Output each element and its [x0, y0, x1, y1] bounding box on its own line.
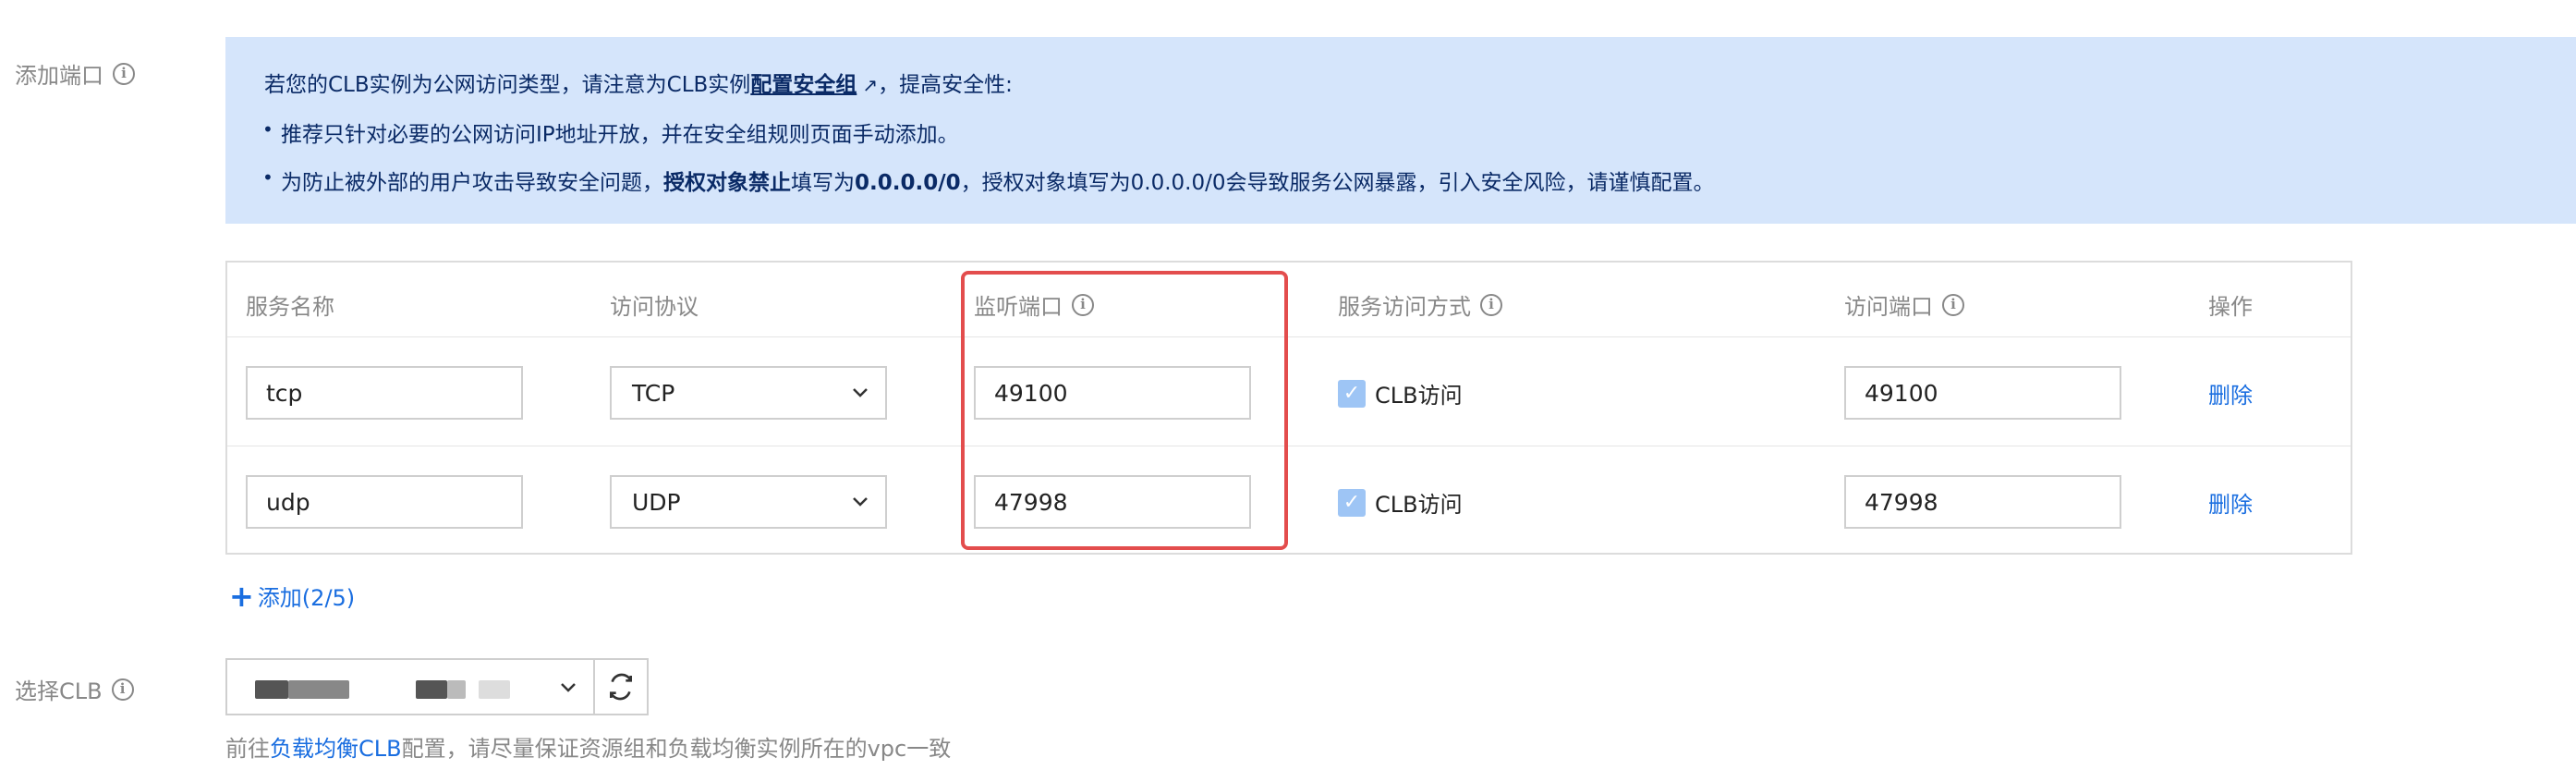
add-port-button-label: 添加(2/5): [257, 585, 356, 611]
notice-text: 填写为: [791, 171, 855, 195]
notice-text: 若您的CLB实例为公网访问类型，请注意为CLB实例: [264, 73, 751, 97]
info-icon[interactable]: i: [113, 62, 135, 85]
notice-text: ，授权对象填写为0.0.0.0/0会导致服务公网暴露，引入安全风险，请谨慎配置。: [960, 171, 1715, 195]
checkbox-label: CLB访问: [1375, 383, 1463, 409]
checkbox-label: CLB访问: [1375, 492, 1463, 518]
security-notice: 若您的CLB实例为公网访问类型，请注意为CLB实例配置安全组 ↗，提高安全性: •…: [225, 37, 2576, 224]
header-access-method-text: 服务访问方式: [1338, 294, 1471, 320]
protocol-value: TCP: [632, 379, 675, 407]
plus-icon: +: [229, 578, 254, 614]
header-service-name: 服务名称: [246, 294, 334, 320]
bullet-icon: •: [262, 166, 273, 189]
access-port-input[interactable]: 49100: [1844, 366, 2121, 420]
protocol-select[interactable]: UDP: [610, 475, 887, 529]
add-port-label-text: 添加端口: [15, 63, 103, 89]
clb-access-checkbox[interactable]: ✓ CLB访问: [1338, 377, 1463, 409]
select-clb-label-text: 选择CLB: [15, 678, 103, 704]
notice-bullet-1: 推荐只针对必要的公网访问IP地址开放，并在安全组规则页面手动添加。: [281, 123, 959, 147]
hint-text: 配置，请尽量保证资源组和负载均衡实例所在的vpc一致: [401, 736, 952, 762]
listen-port-highlight: [961, 271, 1288, 550]
notice-bold: 0.0.0.0/0: [855, 171, 961, 195]
header-access-port: 访问端口 i: [1844, 288, 1964, 321]
configure-security-group-link[interactable]: 配置安全组: [750, 73, 857, 97]
notice-text-suffix: ，提高安全性:: [878, 73, 1013, 97]
checkmark-icon[interactable]: ✓: [1338, 488, 1366, 517]
info-icon[interactable]: i: [1942, 293, 1964, 316]
service-name-input[interactable]: udp: [246, 475, 523, 529]
header-divider: [227, 336, 2351, 337]
notice-bullet-2: 为防止被外部的用户攻击导致安全问题，授权对象禁止填写为0.0.0.0/0，授权对…: [281, 165, 1715, 196]
service-name-input[interactable]: tcp: [246, 366, 523, 420]
redacted-text: [288, 680, 349, 699]
header-protocol: 访问协议: [610, 294, 699, 320]
checkmark-icon[interactable]: ✓: [1338, 379, 1366, 408]
refresh-button[interactable]: [595, 658, 649, 715]
refresh-icon: [610, 673, 632, 701]
delete-button[interactable]: 删除: [2208, 377, 2253, 409]
chevron-down-icon: [853, 388, 868, 397]
access-port-input[interactable]: 47998: [1844, 475, 2121, 529]
protocol-value: UDP: [632, 488, 681, 516]
clb-console-link[interactable]: 负载均衡CLB: [270, 736, 402, 762]
add-port-button[interactable]: + 添加(2/5): [229, 580, 355, 612]
header-access-port-text: 访问端口: [1844, 294, 1933, 320]
notice-text: 为防止被外部的用户攻击导致安全问题，: [281, 171, 663, 195]
header-access-method: 服务访问方式 i: [1338, 288, 1502, 321]
bullet-icon: •: [262, 118, 273, 141]
notice-line-1: 若您的CLB实例为公网访问类型，请注意为CLB实例配置安全组 ↗，提高安全性:: [264, 67, 1013, 98]
protocol-select[interactable]: TCP: [610, 366, 887, 420]
redacted-text: [447, 680, 466, 699]
chevron-down-icon: [853, 497, 868, 507]
info-icon[interactable]: i: [111, 678, 134, 701]
delete-button[interactable]: 删除: [2208, 486, 2253, 519]
redacted-text: [479, 680, 510, 699]
redacted-text: [416, 680, 447, 699]
notice-bold: 授权对象禁止: [663, 171, 791, 195]
info-icon[interactable]: i: [1480, 293, 1502, 316]
port-table: 服务名称 访问协议 监听端口 i 服务访问方式 i 访问端口 i 操作 tcp …: [225, 261, 2352, 555]
redacted-text: [255, 680, 288, 699]
hint-text: 前往: [225, 736, 270, 762]
clb-hint: 前往负载均衡CLB配置，请尽量保证资源组和负载均衡实例所在的vpc一致: [225, 730, 951, 763]
header-actions: 操作: [2208, 294, 2253, 320]
clb-select[interactable]: [225, 658, 595, 715]
clb-access-checkbox[interactable]: ✓ CLB访问: [1338, 486, 1463, 519]
chevron-down-icon: [561, 683, 576, 692]
add-port-label: 添加端口 i: [15, 57, 135, 90]
select-clb-label: 选择CLB i: [15, 673, 134, 705]
external-link-icon[interactable]: ↗: [862, 74, 878, 96]
